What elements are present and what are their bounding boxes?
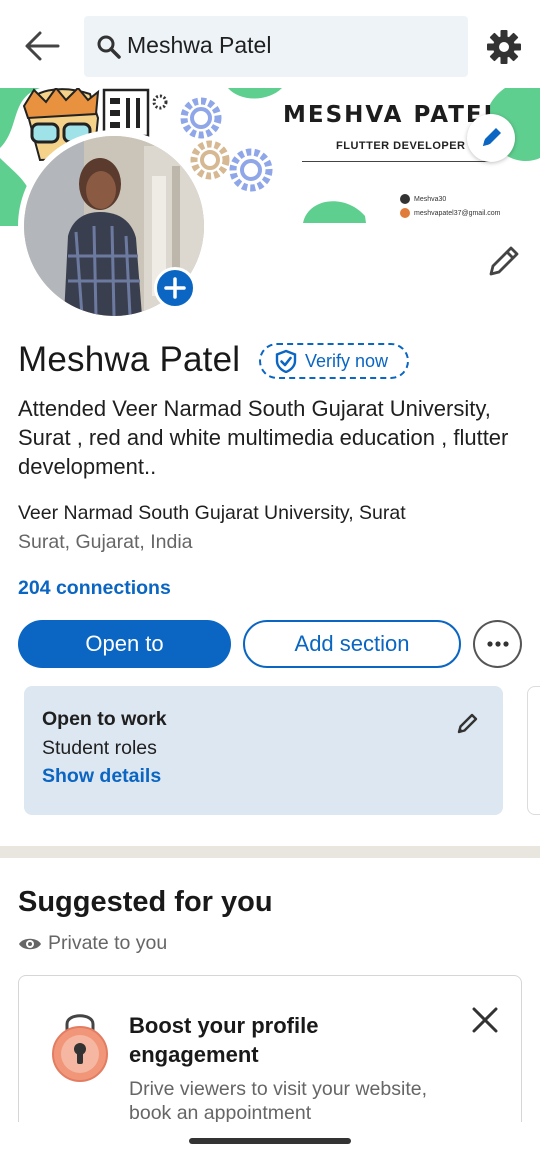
add-section-button[interactable]: Add section xyxy=(243,620,461,668)
pencil-icon xyxy=(483,128,501,146)
boost-card-title: Boost your profile engagement xyxy=(129,1013,319,1067)
back-arrow-icon[interactable] xyxy=(22,28,62,64)
suggested-title: Suggested for you xyxy=(18,886,273,918)
github-icon xyxy=(400,194,410,204)
boost-card-description: Drive viewers to visit your website, boo… xyxy=(129,1078,428,1124)
plus-icon xyxy=(164,277,186,299)
more-icon xyxy=(486,641,509,647)
banner-divider xyxy=(302,161,492,162)
search-value: Meshwa Patel xyxy=(127,32,272,58)
close-icon[interactable] xyxy=(471,1006,499,1034)
banner-email-text: meshvapatel37@gmail.com xyxy=(414,209,501,217)
shield-check-icon xyxy=(275,349,297,373)
connections-link[interactable]: 204 connections xyxy=(18,577,171,600)
verify-now-button[interactable]: Verify now xyxy=(259,343,409,379)
section-divider xyxy=(0,846,540,858)
home-indicator[interactable] xyxy=(189,1138,351,1144)
banner-github-text: Meshva30 xyxy=(414,195,447,203)
boost-profile-card[interactable]: Boost your profile engagement Drive view… xyxy=(18,975,522,1135)
open-to-button[interactable]: Open to xyxy=(18,620,231,668)
profile-name: Meshwa Patel xyxy=(18,340,241,379)
edit-intro-pencil-icon[interactable] xyxy=(486,243,522,279)
show-details-link[interactable]: Show details xyxy=(42,765,161,788)
profile-location: Surat, Gujarat, India xyxy=(18,531,193,553)
mail-icon xyxy=(400,208,410,218)
search-input[interactable]: Meshwa Patel xyxy=(84,16,468,77)
eye-icon xyxy=(19,938,41,949)
gear-icon[interactable] xyxy=(485,28,523,66)
profile-headline: Attended Veer Narmad South Gujarat Unive… xyxy=(18,396,509,479)
edit-banner-button[interactable] xyxy=(467,114,515,162)
banner-email: meshvapatel37@gmail.com xyxy=(400,208,500,218)
next-card-peek[interactable] xyxy=(527,686,540,815)
privacy-note: Private to you xyxy=(18,932,167,955)
profile-education[interactable]: Veer Narmad South Gujarat University, Su… xyxy=(18,502,406,525)
pencil-icon[interactable] xyxy=(456,711,480,735)
top-bar: Meshwa Patel xyxy=(0,0,540,90)
verify-label: Verify now xyxy=(305,350,389,371)
lock-icon xyxy=(52,1014,108,1082)
more-actions-button[interactable] xyxy=(473,620,522,668)
open-to-work-roles: Student roles xyxy=(42,737,157,759)
banner-subtitle: FLUTTER DEVELOPER xyxy=(336,140,466,152)
add-photo-button[interactable] xyxy=(154,267,196,309)
open-to-work-card[interactable]: Open to work Student roles Show details xyxy=(24,686,503,815)
privacy-label: Private to you xyxy=(48,932,168,954)
open-to-work-title: Open to work xyxy=(42,708,167,730)
banner-github: Meshva30 xyxy=(400,194,446,204)
search-icon xyxy=(97,35,121,59)
